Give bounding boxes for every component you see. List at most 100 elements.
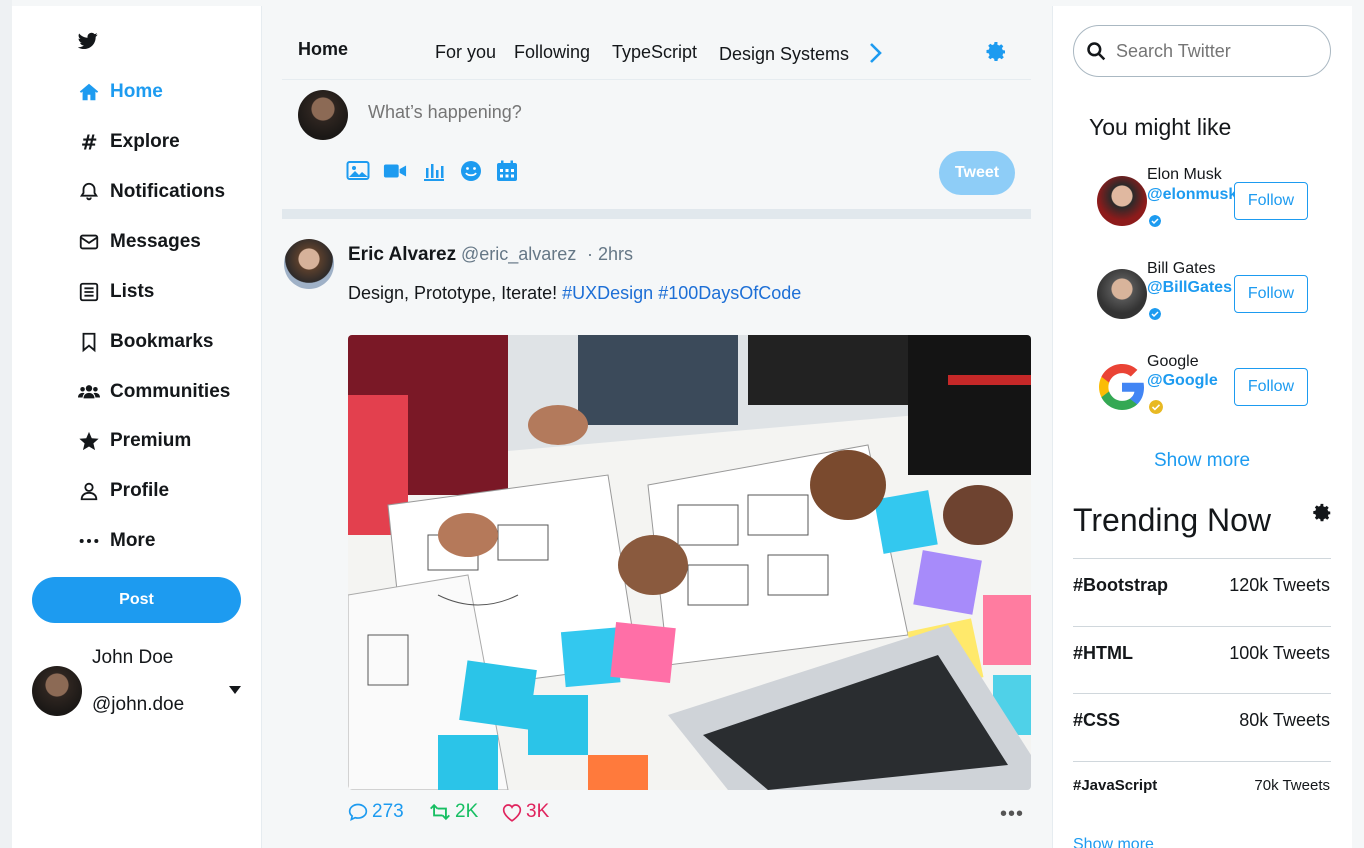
follow-button[interactable]: Follow [1234,182,1308,220]
nav-home[interactable]: Home [78,81,163,103]
nav-label: Premium [110,430,192,451]
compose-input[interactable] [368,102,928,123]
post-author[interactable]: Eric Alvarez [348,244,456,266]
avatar[interactable] [32,666,82,716]
avatar[interactable] [284,239,334,289]
suggestion-handle[interactable]: @elonmusk [1147,186,1237,204]
comment-icon [348,803,368,822]
post-image[interactable] [348,335,1031,790]
suggestion-name: Bill Gates [1147,260,1216,277]
nav-messages[interactable]: Messages [78,231,201,253]
bell-icon [79,182,99,201]
nav-label: Messages [110,231,201,252]
retweet-count: 2K [455,801,479,822]
divider [1073,693,1331,694]
nav-communities[interactable]: Communities [78,381,230,403]
trend-tag[interactable]: #CSS [1073,710,1120,731]
show-more-link[interactable]: Show more [1154,450,1250,472]
suggestions-title: You might like [1089,114,1232,140]
nav-profile[interactable]: Profile [78,480,169,502]
nav-label: Bookmarks [110,331,214,352]
trend-count: 70k Tweets [1254,777,1330,794]
trending-show-more-link[interactable]: Show more [1073,836,1154,848]
google-logo-icon[interactable] [1097,362,1147,412]
tab-design-systems[interactable]: Design Systems [719,44,849,65]
tab-for-you[interactable]: For you [435,42,496,63]
nav-premium[interactable]: Premium [78,430,191,452]
search-input[interactable] [1116,40,1316,62]
twitter-logo-icon[interactable] [78,32,98,50]
envelope-icon [79,234,99,250]
post-body: Design, Prototype, Iterate! [348,283,558,303]
star-icon [79,431,99,451]
verified-gold-badge-icon [1149,400,1163,414]
video-camera-icon[interactable] [383,160,407,182]
nav-label: Profile [110,480,170,501]
nav-label: More [110,530,156,551]
avatar[interactable] [1097,176,1147,226]
divider [282,79,1031,80]
suggestion-handle[interactable]: @BillGates [1147,279,1232,297]
retweet-icon [430,803,450,821]
tweet-button[interactable]: Tweet [939,151,1015,195]
left-sidebar: Home # Explore Notifications Messages Li… [12,6,262,848]
nav-label: Home [110,81,163,102]
tab-following[interactable]: Following [514,42,590,63]
trend-tag[interactable]: #HTML [1073,643,1133,664]
page-margin [0,0,12,848]
nav-label: Notifications [110,181,226,202]
follow-button[interactable]: Follow [1234,368,1308,406]
reply-count: 273 [372,801,404,822]
heart-icon [502,803,522,822]
trend-tag[interactable]: #Bootstrap [1073,575,1168,596]
search-box[interactable] [1073,25,1331,77]
post-button[interactable]: Post [32,577,241,623]
nav-label: Communities [110,381,231,402]
right-sidebar: You might like Elon Musk @elonmusk Follo… [1052,6,1352,848]
search-icon [1087,42,1106,61]
trending-title: Trending Now [1073,502,1272,538]
trend-count: 100k Tweets [1229,643,1330,663]
post-timestamp: · 2hrs [587,244,634,264]
trend-tag[interactable]: #JavaScript [1073,777,1157,794]
account-handle: @john.doe [92,694,185,715]
list-icon [79,282,99,302]
suggestion-handle[interactable]: @Google [1147,372,1218,390]
chevron-right-icon[interactable] [868,42,882,64]
nav-more[interactable]: More [78,530,155,552]
verified-badge-icon [1149,308,1161,320]
nav-lists[interactable]: Lists [78,281,154,303]
image-icon[interactable] [346,160,370,182]
follow-button[interactable]: Follow [1234,275,1308,313]
suggestion-name: Google [1147,353,1199,370]
retweet-action[interactable]: 2K [429,801,478,823]
avatar[interactable] [1097,269,1147,319]
more-options-icon[interactable]: ••• [1000,803,1024,826]
divider [1073,626,1331,627]
trend-count: 120k Tweets [1229,575,1330,595]
hashtag-link[interactable]: #100DaysOfCode [658,283,801,303]
gear-icon[interactable] [984,40,1008,64]
divider [1073,761,1331,762]
gear-icon[interactable] [1311,502,1333,524]
nav-explore[interactable]: # Explore [78,131,180,153]
tab-typescript[interactable]: TypeScript [612,42,697,63]
calendar-icon[interactable] [495,160,519,182]
page-title: Home [298,39,349,59]
like-action[interactable]: 3K [502,801,549,823]
nav-notifications[interactable]: Notifications [78,181,225,203]
nav-label: Explore [110,131,180,152]
poll-icon[interactable] [422,160,446,182]
like-count: 3K [526,801,550,822]
nav-bookmarks[interactable]: Bookmarks [78,331,214,353]
hashtag-link[interactable]: #UXDesign [562,283,653,303]
verified-badge-icon [1149,215,1161,227]
reply-action[interactable]: 273 [348,801,404,823]
users-icon [78,385,100,399]
suggestion-name: Elon Musk [1147,166,1222,183]
emoji-icon[interactable] [459,160,483,182]
caret-down-icon[interactable] [229,686,241,694]
post-handle[interactable]: @eric_alvarez [461,244,576,265]
avatar [298,90,348,140]
account-name: John Doe [92,647,174,668]
